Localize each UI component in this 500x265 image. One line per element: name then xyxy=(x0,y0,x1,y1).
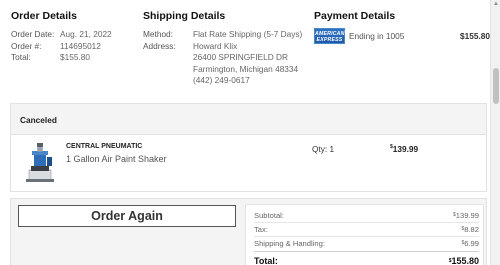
subtotal-row: Subtotal: $139.99 xyxy=(254,209,479,224)
amex-card-icon: AMERICAN EXPRESS xyxy=(314,28,345,44)
item-price-value: 139.99 xyxy=(392,144,419,154)
order-date-row: Order Date: Aug. 21, 2022 xyxy=(11,29,136,41)
order-total-label: Total: xyxy=(11,52,31,63)
order-date-label: Order Date: xyxy=(11,29,55,39)
order-number-value: 114695012 xyxy=(60,40,101,51)
order-details-section: Order Details Order Date: Aug. 21, 2022 … xyxy=(11,10,136,64)
item-brand: CENTRAL PNEUMATIC xyxy=(66,143,143,150)
subtotal-label: Subtotal: xyxy=(254,211,284,220)
order-date-value: Aug. 21, 2022 xyxy=(60,29,112,39)
shipping-method-row: Method: Flat Rate Shipping (5-7 Days) xyxy=(143,29,308,41)
order-status-bar: Canceled xyxy=(10,103,487,134)
shipping-address-row: Address: Howard Klix 26400 SPRINGFIELD D… xyxy=(143,41,308,87)
shipping-method-label: Method: xyxy=(143,29,173,39)
payment-line: AMERICAN EXPRESS Ending in 1005 $155.80 xyxy=(314,28,490,44)
order-details-heading: Order Details xyxy=(11,10,77,22)
shipping-details-section: Shipping Details Method: Flat Rate Shipp… xyxy=(143,10,308,87)
order-total-row: Total: $155.80 xyxy=(11,52,136,64)
shipping-handling-row: Shipping & Handling: $6.99 xyxy=(254,237,479,252)
vertical-scrollbar[interactable]: ▲ xyxy=(490,0,500,265)
order-number-label: Order #: xyxy=(11,40,42,51)
payment-details-heading: Payment Details xyxy=(314,10,396,22)
tax-row: Tax: $8.82 xyxy=(254,223,479,238)
address-name: Howard Klix xyxy=(193,40,238,51)
item-quantity: Qty: 1 xyxy=(312,144,335,154)
tax-value: $8.82 xyxy=(461,225,479,235)
shipping-address: Howard Klix 26400 SPRINGFIELD DR Farming… xyxy=(193,41,298,87)
card-ending: Ending in 1005 xyxy=(349,31,405,41)
shipping-details-heading: Shipping Details xyxy=(143,10,226,22)
scrollbar-thumb[interactable] xyxy=(493,68,499,104)
order-item: CENTRAL PNEUMATIC 1 Gallon Air Paint Sha… xyxy=(10,134,487,192)
total-label: Total: xyxy=(254,255,278,265)
payment-amount: $155.80 xyxy=(460,31,490,41)
address-phone: (442) 249-0617 xyxy=(193,75,250,86)
payment-details-section: Payment Details AMERICAN EXPRESS Ending … xyxy=(314,10,490,44)
order-total-value: $155.80 xyxy=(60,52,90,63)
address-city: Farmington, Michigan 48334 xyxy=(193,63,299,74)
status-label: Canceled xyxy=(20,115,57,125)
order-again-button[interactable]: Order Again xyxy=(18,205,236,227)
order-page: Order Details Order Date: Aug. 21, 2022 … xyxy=(0,0,490,265)
order-summary: Subtotal: $139.99 Tax: $8.82 Shipping & … xyxy=(245,204,484,265)
paint-shaker-image[interactable] xyxy=(23,140,57,184)
shipping-address-label: Address: xyxy=(143,40,176,51)
shipping-handling-label: Shipping & Handling: xyxy=(254,239,325,249)
address-street: 26400 SPRINGFIELD DR xyxy=(193,52,288,63)
item-price: $139.99 xyxy=(390,144,418,154)
total-row: Total: $155.80 xyxy=(254,252,479,265)
scroll-up-arrow-icon[interactable]: ▲ xyxy=(493,1,499,7)
subtotal-value: $139.99 xyxy=(452,211,479,220)
order-number-row: Order #: 114695012 xyxy=(11,41,136,53)
item-name-link[interactable]: 1 Gallon Air Paint Shaker xyxy=(66,154,167,164)
item-price-currency: $ xyxy=(390,144,393,150)
shipping-method-value: Flat Rate Shipping (5-7 Days) xyxy=(193,29,303,39)
total-value: $155.80 xyxy=(448,255,479,265)
order-actions-section: Order Again Subtotal: $139.99 Tax: $8.82… xyxy=(10,198,487,265)
tax-label: Tax: xyxy=(254,225,268,235)
shipping-handling-value: $6.99 xyxy=(461,239,479,249)
